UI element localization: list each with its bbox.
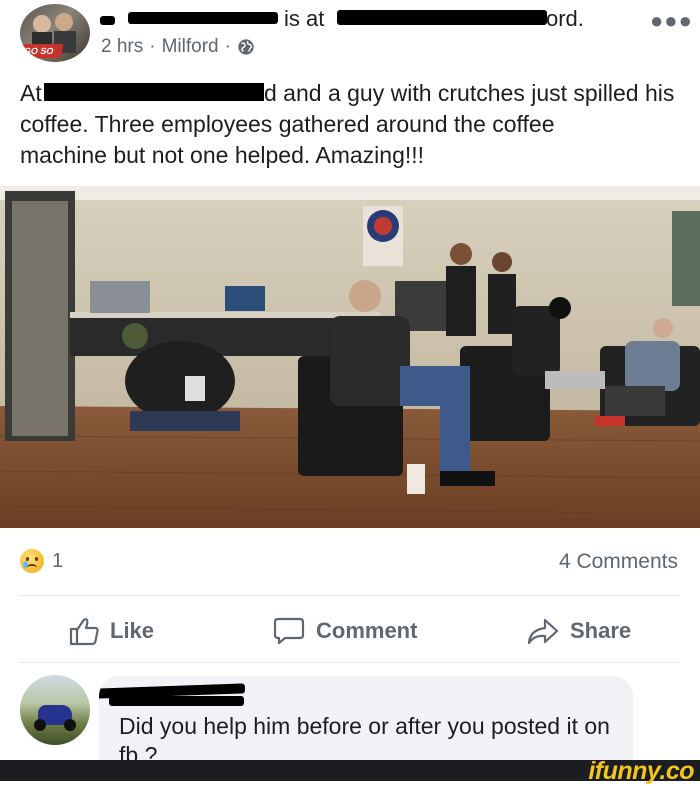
header-is-at: is at (284, 6, 325, 31)
avatar-badge: GO SO (20, 44, 64, 58)
comments-count-link[interactable]: 4 Comments (559, 550, 678, 574)
share-label: Share (570, 618, 632, 643)
post-text-suffix: d and a guy with crutches just spilled h… (264, 80, 675, 106)
share-arrow-icon (527, 618, 559, 645)
reaction-count: 1 (52, 549, 64, 572)
ifunny-watermark: ifunny.co (588, 757, 694, 785)
more-options-icon[interactable]: ●●● (650, 8, 693, 34)
post-meta: 2 hrs · Milford · (101, 36, 255, 58)
post-time[interactable]: 2 hrs (101, 36, 143, 58)
redaction-bar (337, 10, 547, 25)
globe-icon (238, 39, 254, 55)
redaction-bar (44, 83, 264, 101)
redaction-bar (109, 696, 244, 706)
divider (20, 595, 680, 596)
post-text-prefix: At (20, 80, 42, 106)
redaction-bar (128, 12, 278, 24)
waiting-room-photo (0, 186, 700, 528)
redaction-bar (100, 16, 115, 25)
post-text-line-2: coffee. Three employees gathered around … (20, 111, 555, 137)
comment-button[interactable]: Comment (272, 614, 417, 648)
commenter-avatar[interactable] (20, 675, 90, 745)
post-photo[interactable] (0, 186, 700, 528)
like-button[interactable]: Like (68, 614, 154, 648)
meta-separator: · (149, 36, 156, 57)
reactions-summary[interactable]: 1 (20, 549, 63, 573)
comment-label: Comment (316, 618, 418, 643)
post-location[interactable]: Milford (162, 36, 219, 58)
post-text-line-1: At d and a guy with crutches just spille… (20, 78, 674, 109)
tear-icon (23, 561, 28, 568)
sad-reaction-icon (20, 549, 44, 573)
like-label: Like (110, 618, 155, 643)
header-place-suffix: ord. (546, 6, 584, 31)
poster-avatar[interactable]: GO SO (20, 4, 90, 62)
divider (20, 662, 680, 663)
thumbs-up-icon (69, 618, 99, 646)
post-text-line-3: machine but not one helped. Amazing!!! (20, 142, 425, 168)
motorcycle-icon (34, 705, 76, 731)
speech-bubble-icon (273, 617, 305, 645)
meta-separator: · (224, 36, 231, 57)
share-button[interactable]: Share (526, 614, 631, 648)
